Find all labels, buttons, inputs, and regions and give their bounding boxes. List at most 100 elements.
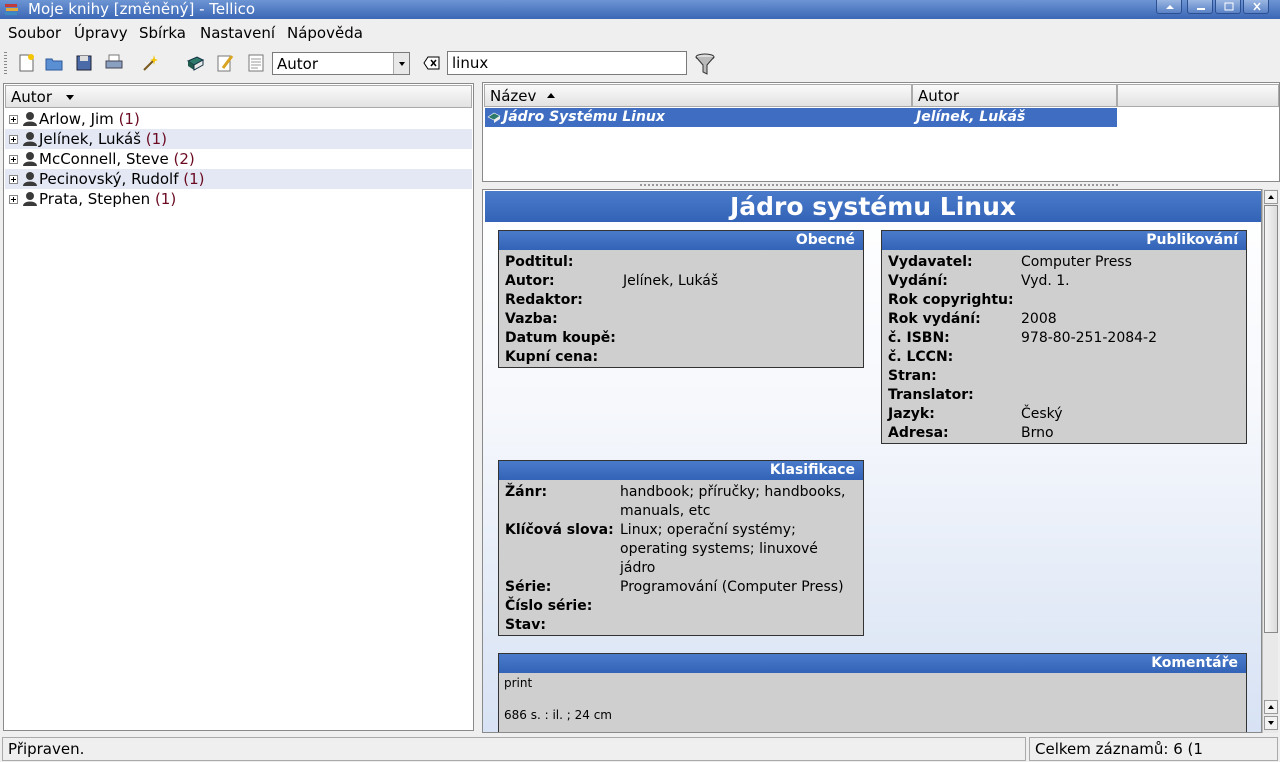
menu-help[interactable]: Nápověda — [287, 24, 363, 42]
toolbar-grip[interactable] — [4, 52, 7, 74]
tree-item-label: Pecinovský, Rudolf (1) — [39, 169, 205, 189]
print-icon — [105, 54, 123, 69]
minimize-button[interactable] — [1187, 0, 1213, 14]
field-label: Adresa: — [888, 425, 949, 441]
column-header-title[interactable]: Název — [484, 84, 912, 107]
sort-up-icon — [547, 93, 555, 98]
field-value: operating systems; linuxové — [620, 541, 818, 557]
person-icon — [23, 112, 37, 126]
new-entry-button[interactable] — [182, 50, 208, 76]
field-label: č. LCCN: — [888, 349, 954, 365]
menu-collection[interactable]: Sbírka — [139, 24, 186, 42]
new-button[interactable] — [13, 50, 39, 76]
menu-edit[interactable]: Úpravy — [74, 24, 128, 42]
scroll-up-button-bottom[interactable] — [1264, 700, 1278, 714]
group-view-header[interactable]: Autor — [5, 85, 472, 108]
report-icon — [248, 54, 264, 72]
tree-item[interactable]: Arlow, Jim (1) — [5, 109, 472, 129]
person-icon — [23, 132, 37, 146]
tree-item[interactable]: Jelínek, Lukáš (1) — [5, 129, 472, 149]
column-header-empty — [1117, 84, 1279, 107]
field-value: Linux; operační systémy; — [620, 522, 796, 538]
classification-section-header: Klasifikace — [499, 461, 863, 480]
row-title: Jádro Systému Linux — [503, 109, 665, 125]
column-title-label: Název — [490, 87, 537, 105]
search-input[interactable] — [447, 51, 687, 75]
detail-scrollbar[interactable] — [1262, 189, 1278, 733]
table-row[interactable]: Jádro Systému Linux Jelínek, Lukáš — [485, 108, 1117, 127]
wizard-icon — [143, 55, 158, 71]
expand-icon[interactable] — [9, 195, 18, 204]
scrollbar-thumb[interactable] — [1264, 205, 1278, 633]
maximize-button[interactable] — [1215, 0, 1241, 14]
expand-icon[interactable] — [9, 155, 18, 164]
item-count: (1) — [118, 110, 140, 128]
splitter-handle[interactable] — [640, 184, 1120, 186]
edit-icon — [217, 55, 234, 72]
combo-arrow[interactable] — [393, 53, 409, 74]
field-value: Computer Press — [1021, 254, 1132, 270]
column-header-author[interactable]: Autor — [912, 84, 1117, 107]
item-count: (1) — [154, 190, 177, 208]
field-label: Stran: — [888, 368, 937, 384]
shade-icon — [1166, 5, 1174, 9]
status-bar: Připraven. Celkem záznamů: 6 (1 filtrová… — [0, 736, 1280, 762]
comments-section: Komentáře print 686 s. : il. ; 24 cm — [498, 653, 1247, 732]
scroll-down-button[interactable] — [1264, 716, 1278, 730]
edit-entry-button[interactable] — [212, 50, 238, 76]
author-name: Arlow, Jim — [39, 110, 114, 128]
entry-title: Jádro systému Linux — [485, 191, 1261, 222]
tree-item-label: Prata, Stephen (1) — [39, 189, 176, 209]
group-view-header-label: Autor — [11, 88, 52, 106]
expand-icon[interactable] — [9, 135, 18, 144]
menu-settings[interactable]: Nastavení — [200, 24, 275, 42]
wizard-button[interactable] — [137, 50, 163, 76]
clear-filter-icon[interactable] — [423, 56, 441, 70]
person-icon — [23, 152, 37, 166]
expand-icon[interactable] — [9, 115, 18, 124]
scroll-up-button[interactable] — [1264, 190, 1278, 204]
tree-item[interactable]: Prata, Stephen (1) — [5, 189, 472, 209]
entry-list[interactable]: Název Autor Jádro Systému Linux Jelínek,… — [482, 82, 1280, 182]
filter-funnel-icon[interactable] — [694, 53, 716, 75]
book-icon — [186, 56, 205, 71]
group-view[interactable]: Autor Arlow, Jim (1) Jelínek, Lukáš (1) Mc… — [3, 83, 474, 731]
general-section: Obecné Podtitul: Autor: Jelínek, Lukáš Reda… — [498, 230, 864, 368]
tree-item[interactable]: Pecinovský, Rudolf (1) — [5, 169, 472, 189]
author-name: Prata, Stephen — [39, 190, 151, 208]
shade-button[interactable] — [1156, 0, 1182, 14]
chevron-up-icon — [1268, 195, 1274, 199]
save-button[interactable] — [71, 50, 97, 76]
comments-section-header: Komentáře — [499, 654, 1246, 673]
tellico-app-icon[interactable] — [4, 2, 19, 17]
tree-item-label: Jelínek, Lukáš (1) — [39, 129, 167, 149]
tree-item[interactable]: McConnell, Steve (2) — [5, 149, 472, 169]
close-button[interactable] — [1243, 0, 1269, 14]
group-by-combo[interactable]: Autor — [272, 52, 410, 75]
sort-down-icon — [66, 95, 74, 100]
field-value: manuals, etc — [620, 503, 711, 519]
expand-icon[interactable] — [9, 175, 18, 184]
person-icon — [23, 192, 37, 206]
item-count: (2) — [173, 150, 195, 168]
field-label: č. ISBN: — [888, 330, 950, 346]
field-value: Vyd. 1. — [1021, 273, 1070, 289]
field-label: Stav: — [505, 617, 546, 633]
field-label: Vydavatel: — [888, 254, 973, 270]
report-button[interactable] — [243, 50, 269, 76]
open-button[interactable] — [41, 50, 67, 76]
field-label: Žánr: — [505, 484, 548, 500]
general-section-header: Obecné — [499, 231, 863, 250]
status-message: Připraven. — [2, 737, 1026, 761]
field-value: 978-80-251-2084-2 — [1021, 330, 1158, 346]
tree-item-label: McConnell, Steve (2) — [39, 149, 195, 169]
field-label: Rok copyrightu: — [888, 292, 1014, 308]
book-icon — [487, 112, 501, 123]
print-button[interactable] — [101, 50, 127, 76]
menu-file[interactable]: Soubor — [8, 24, 61, 42]
field-value: Brno — [1021, 425, 1054, 441]
comment-line: 686 s. : il. ; 24 cm — [504, 708, 612, 722]
window-title: Moje knihy [změněný] - Tellico — [28, 0, 256, 18]
field-label: Autor: — [505, 273, 555, 289]
row-author: Jelínek, Lukáš — [916, 109, 1026, 125]
